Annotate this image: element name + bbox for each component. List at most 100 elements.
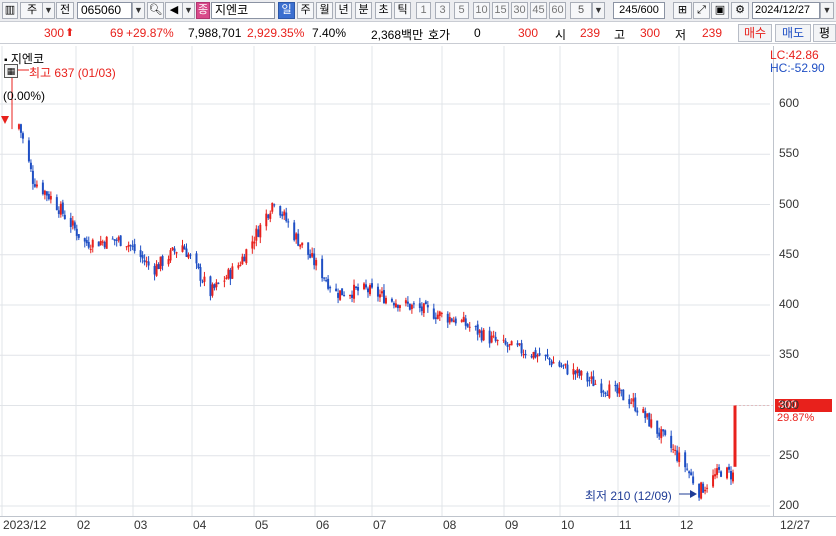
candle-body	[325, 280, 328, 282]
candle-body	[474, 326, 477, 328]
candle-body	[534, 350, 537, 358]
candle-body	[620, 389, 623, 391]
date-dropdown-icon[interactable]: ▼	[820, 2, 834, 19]
price-chart[interactable]	[0, 46, 836, 536]
candle-body	[99, 240, 102, 245]
interval-30[interactable]: 30	[511, 2, 528, 19]
y-tick-label: 200	[779, 498, 800, 512]
chart-background	[0, 46, 836, 536]
candle-body	[47, 193, 50, 200]
period-day[interactable]: 일	[278, 2, 295, 19]
candle-body	[616, 384, 619, 394]
eval-button[interactable]: 평	[813, 24, 836, 42]
candle-body	[339, 290, 342, 300]
y-tick-label: 600	[779, 96, 800, 110]
interval-60[interactable]: 60	[549, 2, 566, 19]
code-input[interactable]: 065060	[77, 2, 132, 19]
interval-3[interactable]: 3	[435, 2, 450, 19]
candle-body	[478, 330, 481, 333]
search-icon[interactable]: 🔍︎	[147, 2, 164, 19]
candle-body	[700, 482, 703, 499]
period-tick[interactable]: 틱	[394, 2, 411, 19]
candle-body	[117, 237, 120, 241]
period-month[interactable]: 월	[316, 2, 333, 19]
interval-1[interactable]: 1	[416, 2, 431, 19]
candle-body	[145, 261, 148, 263]
candle-body	[113, 239, 116, 241]
candle-body	[327, 278, 330, 289]
settings-gear-icon[interactable]: ⚙	[731, 2, 749, 19]
candle-body	[632, 398, 635, 402]
market-select[interactable]: 주	[20, 2, 44, 19]
candle-body	[396, 304, 399, 309]
candle-body	[115, 239, 118, 241]
candle-body	[87, 241, 90, 248]
speaker-icon[interactable]: ◀	[165, 2, 183, 19]
change-value: 69	[110, 26, 124, 40]
candle-body	[131, 245, 134, 247]
interval-10[interactable]: 10	[473, 2, 490, 19]
candle-body	[604, 392, 607, 395]
candle-body	[203, 276, 206, 282]
sell-button[interactable]: 매도	[775, 24, 811, 42]
period-year[interactable]: 년	[335, 2, 352, 19]
candle-body	[229, 269, 232, 280]
interval-5[interactable]: 5	[454, 2, 469, 19]
candle-body	[448, 316, 451, 323]
candle-body	[155, 264, 158, 276]
candle-body	[548, 357, 551, 360]
candle-body	[125, 246, 128, 248]
code-dropdown-icon[interactable]: ▼	[132, 2, 145, 19]
table-icon[interactable]: ▦	[4, 64, 18, 78]
x-tick-label: 09	[505, 518, 519, 532]
y-tick-label: 350	[779, 347, 800, 362]
period-minute[interactable]: 분	[355, 2, 372, 19]
interval-45[interactable]: 45	[530, 2, 547, 19]
save-icon[interactable]: ▣	[711, 2, 729, 19]
candle-type-icon[interactable]: ⊞	[673, 2, 692, 19]
n-dropdown-icon[interactable]: ▼	[592, 2, 605, 19]
candle-body	[622, 389, 625, 401]
type-button[interactable]: 전	[56, 2, 74, 19]
candle-body	[714, 474, 717, 477]
date-field[interactable]: 2024/12/27	[752, 2, 820, 19]
market-dropdown-icon[interactable]: ▼	[42, 2, 55, 19]
candle-body	[730, 471, 733, 480]
period-second[interactable]: 초	[375, 2, 392, 19]
candle-body	[57, 210, 60, 214]
candle-body	[309, 254, 312, 258]
candle-body	[614, 385, 617, 387]
candle-body	[103, 241, 106, 248]
speaker-dropdown-icon[interactable]: ▼	[182, 2, 195, 19]
period-week[interactable]: 주	[297, 2, 314, 19]
low-price: 239	[702, 26, 723, 40]
candle-body	[49, 196, 52, 200]
candle-body	[181, 245, 184, 252]
candle-body	[488, 330, 491, 344]
window-icon[interactable]: ▥	[2, 2, 18, 19]
compare-icon[interactable]: ⤢	[693, 2, 710, 19]
candle-body	[59, 203, 62, 215]
candle-body	[552, 362, 555, 364]
candle-body	[201, 281, 204, 283]
high-price: 300	[640, 26, 661, 40]
candle-body	[21, 133, 24, 139]
y-tick-label: 450	[779, 246, 800, 261]
candle-body	[482, 329, 485, 341]
candle-body	[676, 450, 679, 461]
candle-body	[267, 214, 270, 218]
count-field[interactable]: 245/600	[613, 2, 665, 19]
x-tick-label: 12/27	[780, 518, 811, 532]
candle-body	[634, 397, 637, 411]
candle-body	[355, 286, 358, 289]
stock-name-field[interactable]: 지엔코	[211, 2, 275, 19]
candle-body	[572, 369, 575, 375]
interval-15[interactable]: 15	[492, 2, 509, 19]
candle-body	[380, 291, 383, 294]
buy-button[interactable]: 매수	[738, 24, 772, 42]
candle-body	[111, 238, 114, 240]
candle-body	[650, 419, 653, 428]
last-candle	[733, 405, 737, 467]
candle-body	[97, 241, 100, 247]
n-value-field[interactable]: 5	[570, 2, 592, 19]
